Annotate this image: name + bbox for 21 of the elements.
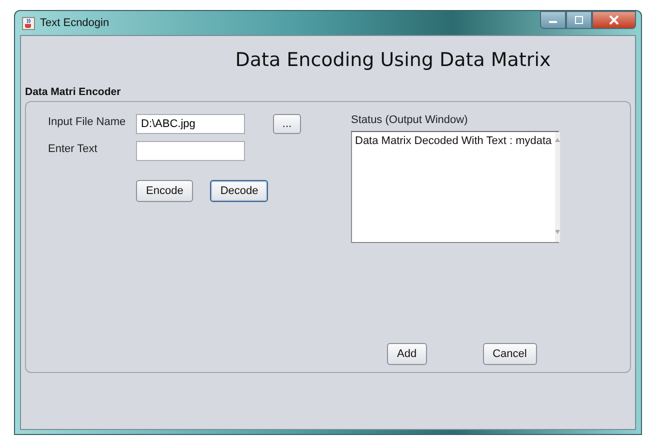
decode-button[interactable]: Decode [210, 180, 268, 202]
browse-button[interactable]: ... [273, 114, 301, 134]
status-label: Status (Output Window) [351, 114, 469, 126]
input-field[interactable]: D:\ABC.jpg [136, 114, 245, 134]
group-title: Data Matri Encoder [25, 86, 122, 98]
minimize-button[interactable] [540, 11, 566, 29]
maximize-icon [574, 16, 584, 24]
output-text-area[interactable]: Data Matrix Decoded With Text : mydata [351, 131, 559, 243]
add-button[interactable]: Add [387, 343, 427, 365]
window-title: Text Ecndogin [40, 17, 110, 29]
field-label: Input File Name [48, 115, 127, 128]
coffee-cup-icon [22, 16, 35, 30]
close-button[interactable] [592, 11, 636, 29]
input-field[interactable] [136, 141, 245, 161]
cancel-button[interactable]: Cancel [482, 343, 537, 365]
maximize-button[interactable] [566, 11, 592, 29]
close-icon [608, 15, 620, 25]
scroll-bar[interactable] [554, 132, 560, 242]
field-label: Enter Text [48, 142, 98, 155]
app-heading: Data Encoding Using Data Matrix [234, 49, 552, 71]
encode-button[interactable]: Encode [136, 180, 194, 202]
